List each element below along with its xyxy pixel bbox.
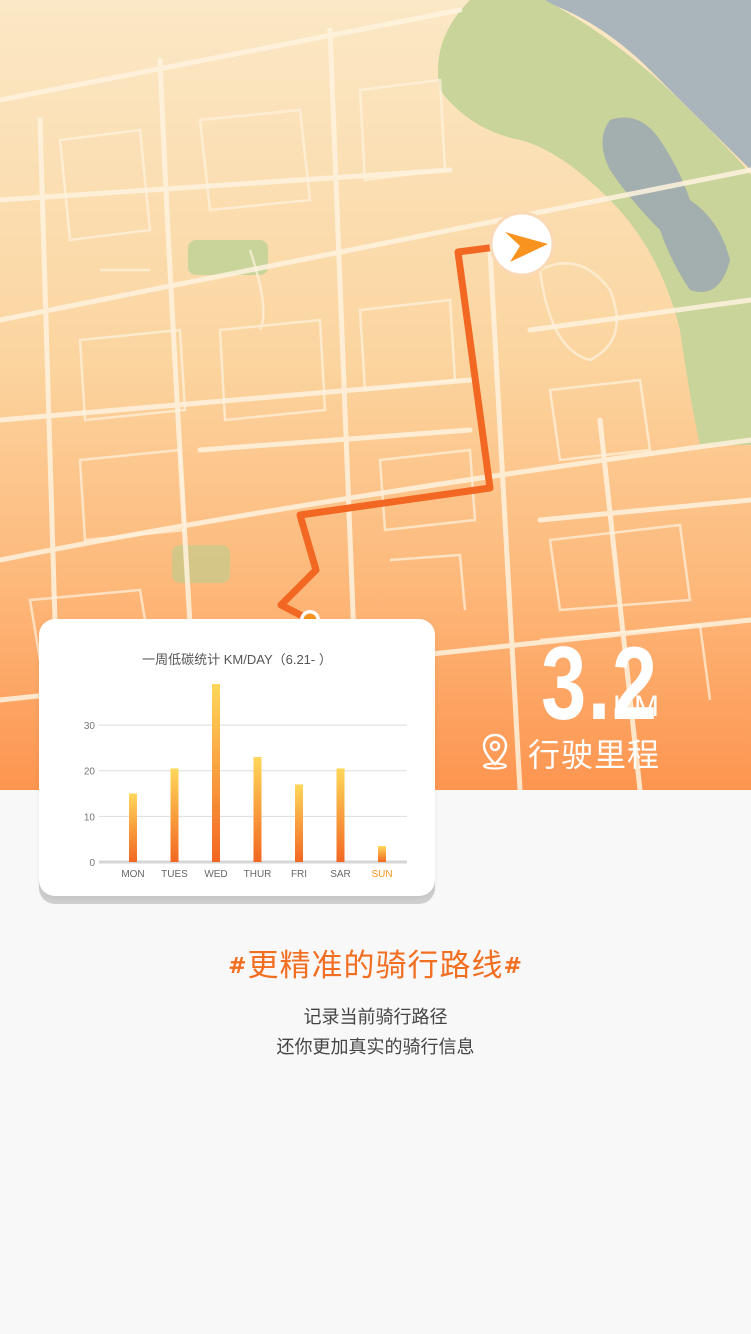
bar-wed — [212, 684, 220, 862]
x-tick-label: THUR — [244, 869, 272, 880]
y-tick-label: 0 — [89, 858, 95, 869]
navigation-arrow-icon[interactable] — [489, 211, 555, 277]
location-pin-icon — [482, 733, 508, 770]
x-tick-label: SUN — [371, 869, 392, 880]
y-tick-label: 30 — [84, 721, 96, 732]
bar-thur — [253, 757, 262, 862]
bar-mon — [129, 793, 137, 862]
y-tick-label: 20 — [84, 767, 96, 778]
x-tick-label: SAR — [330, 869, 351, 880]
bar-fri — [295, 784, 303, 862]
weekly-stats-card: 一周低碳统计 KM/DAY（6.21- ） 0 10 20 30 MON TUES WED… — [39, 619, 435, 896]
distance-label: 行驶里程 — [528, 736, 661, 774]
bar-tues — [170, 768, 179, 862]
description-line-2: 还你更加真实的骑行信息 — [276, 1037, 475, 1058]
headline-text: 更精准的骑行路线 — [247, 948, 504, 984]
bar-sun — [378, 846, 386, 862]
hash-right: # — [503, 954, 523, 979]
y-tick-label: 10 — [84, 812, 96, 823]
bar-sar — [336, 768, 345, 862]
x-tick-label: WED — [204, 869, 227, 880]
x-tick-label: TUES — [161, 869, 188, 880]
feature-headline: #更精准的骑行路线# — [0, 940, 751, 985]
park-patch — [172, 545, 230, 583]
x-tick-label: MON — [121, 869, 144, 880]
weekly-bar-chart: 0 10 20 30 MON TUES WED THUR FRI SAR SUN — [84, 684, 407, 880]
hash-left: # — [228, 954, 248, 979]
distance-unit: KM — [613, 690, 660, 723]
description-line-1: 记录当前骑行路径 — [303, 1007, 448, 1028]
x-tick-label: FRI — [291, 869, 307, 880]
